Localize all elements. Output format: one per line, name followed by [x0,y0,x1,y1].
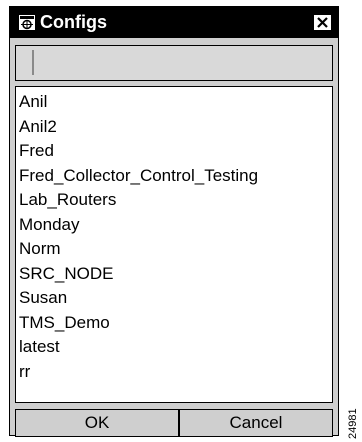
config-name-input[interactable] [15,45,333,81]
list-item[interactable]: Fred [19,139,332,164]
window-title: Configs [40,12,107,32]
configs-dialog: Configs Anil Anil2 Fred Fred_Collector_C… [9,6,339,437]
list-item[interactable]: Lab_Routers [19,188,332,213]
configs-list[interactable]: Anil Anil2 Fred Fred_Collector_Control_T… [15,86,333,403]
list-item[interactable]: Norm [19,237,332,262]
list-item[interactable]: Monday [19,213,332,238]
list-item[interactable]: TMS_Demo [19,311,332,336]
list-item[interactable]: Fred_Collector_Control_Testing [19,164,332,189]
list-item[interactable]: SRC_NODE [19,262,332,287]
list-item[interactable]: Anil [19,90,332,115]
list-item[interactable]: rr [19,360,332,385]
list-item[interactable]: latest [19,335,332,360]
cancel-button[interactable]: Cancel [179,409,333,437]
figure-id-label: 24981 [347,408,359,439]
list-item[interactable]: Anil2 [19,115,332,140]
title-bar[interactable]: Configs [10,7,338,38]
list-item[interactable]: Susan [19,286,332,311]
text-caret [32,50,34,75]
close-button[interactable] [314,15,331,30]
ok-button[interactable]: OK [15,409,179,437]
window-icon [18,14,36,31]
